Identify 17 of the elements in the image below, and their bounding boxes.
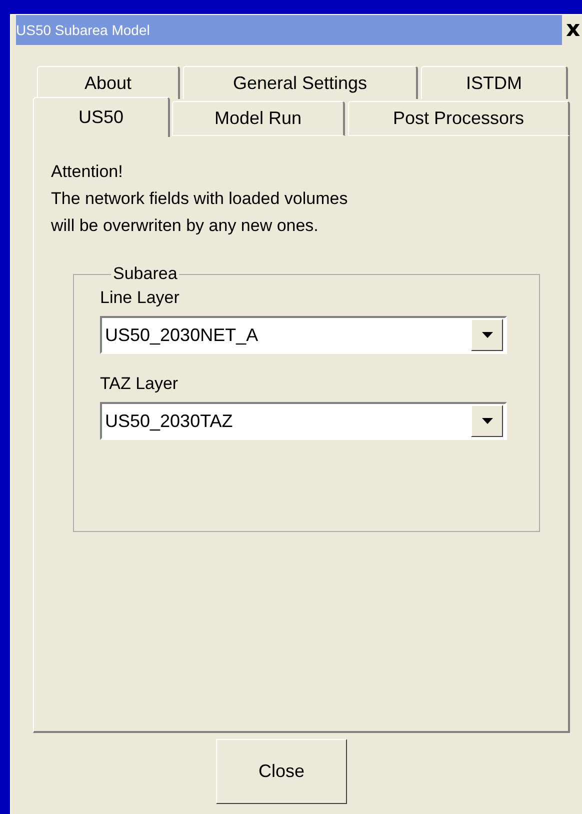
- layer-dropdown[interactable]: US50_2030TAZ: [100, 402, 507, 440]
- layer-dropdown[interactable]: US50_2030NET_A: [100, 316, 507, 354]
- field-label: TAZ Layer: [100, 374, 180, 394]
- close-dialog-button[interactable]: Close: [216, 739, 347, 804]
- tab[interactable]: Model Run: [172, 101, 345, 136]
- window-close-button[interactable]: x: [562, 15, 582, 45]
- tab[interactable]: US50: [33, 97, 170, 137]
- window-title: US50 Subarea Model: [16, 22, 150, 38]
- notice-text: Attention!: [51, 161, 124, 183]
- tab[interactable]: About: [37, 66, 180, 99]
- notice-text: The network fields with loaded volumes: [51, 188, 349, 210]
- field-label: Line Layer: [100, 288, 180, 308]
- tab[interactable]: General Settings: [183, 66, 418, 99]
- tab[interactable]: ISTDM: [421, 66, 568, 99]
- group-title: Subarea: [112, 264, 178, 284]
- tab[interactable]: Post Processors: [348, 101, 570, 136]
- notice-text: will be overwriten by any new ones.: [51, 215, 320, 237]
